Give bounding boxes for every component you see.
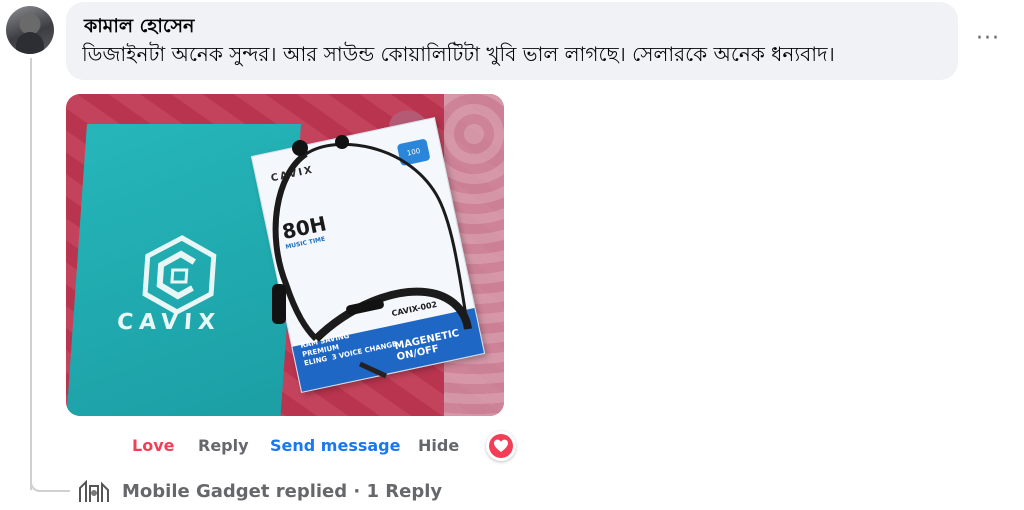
thread-line bbox=[30, 58, 32, 490]
bag-brand-text: CAVIX bbox=[116, 310, 222, 335]
thread-connector bbox=[30, 474, 70, 492]
comment-text: ডিজাইনটা অনেক সুন্দর। আর সাউন্ড কোয়ালিট… bbox=[82, 42, 835, 66]
replies-summary: Mobile Gadget replied · 1 Reply bbox=[122, 481, 443, 502]
heart-icon bbox=[489, 434, 513, 458]
reaction-badge[interactable] bbox=[486, 431, 516, 461]
comment-bubble: কামাল হোসেন ডিজাইনটা অনেক সুন্দর। আর সাউ… bbox=[66, 2, 958, 80]
love-reaction-button[interactable]: Love bbox=[132, 436, 174, 455]
hide-button[interactable]: Hide bbox=[418, 436, 459, 455]
more-options-button[interactable]: ··· bbox=[972, 28, 1004, 56]
reply-button[interactable]: Reply bbox=[198, 436, 249, 455]
cavix-logo-icon bbox=[142, 235, 217, 315]
neckband-earphone-icon bbox=[272, 135, 472, 379]
send-message-button[interactable]: Send message bbox=[270, 436, 400, 455]
page-avatar-icon bbox=[76, 478, 112, 506]
comment-photo[interactable]: CAVIX CAVIX 100 80H MUSIC TIME CAVIX-002… bbox=[66, 94, 504, 416]
commenter-avatar[interactable] bbox=[6, 6, 54, 54]
